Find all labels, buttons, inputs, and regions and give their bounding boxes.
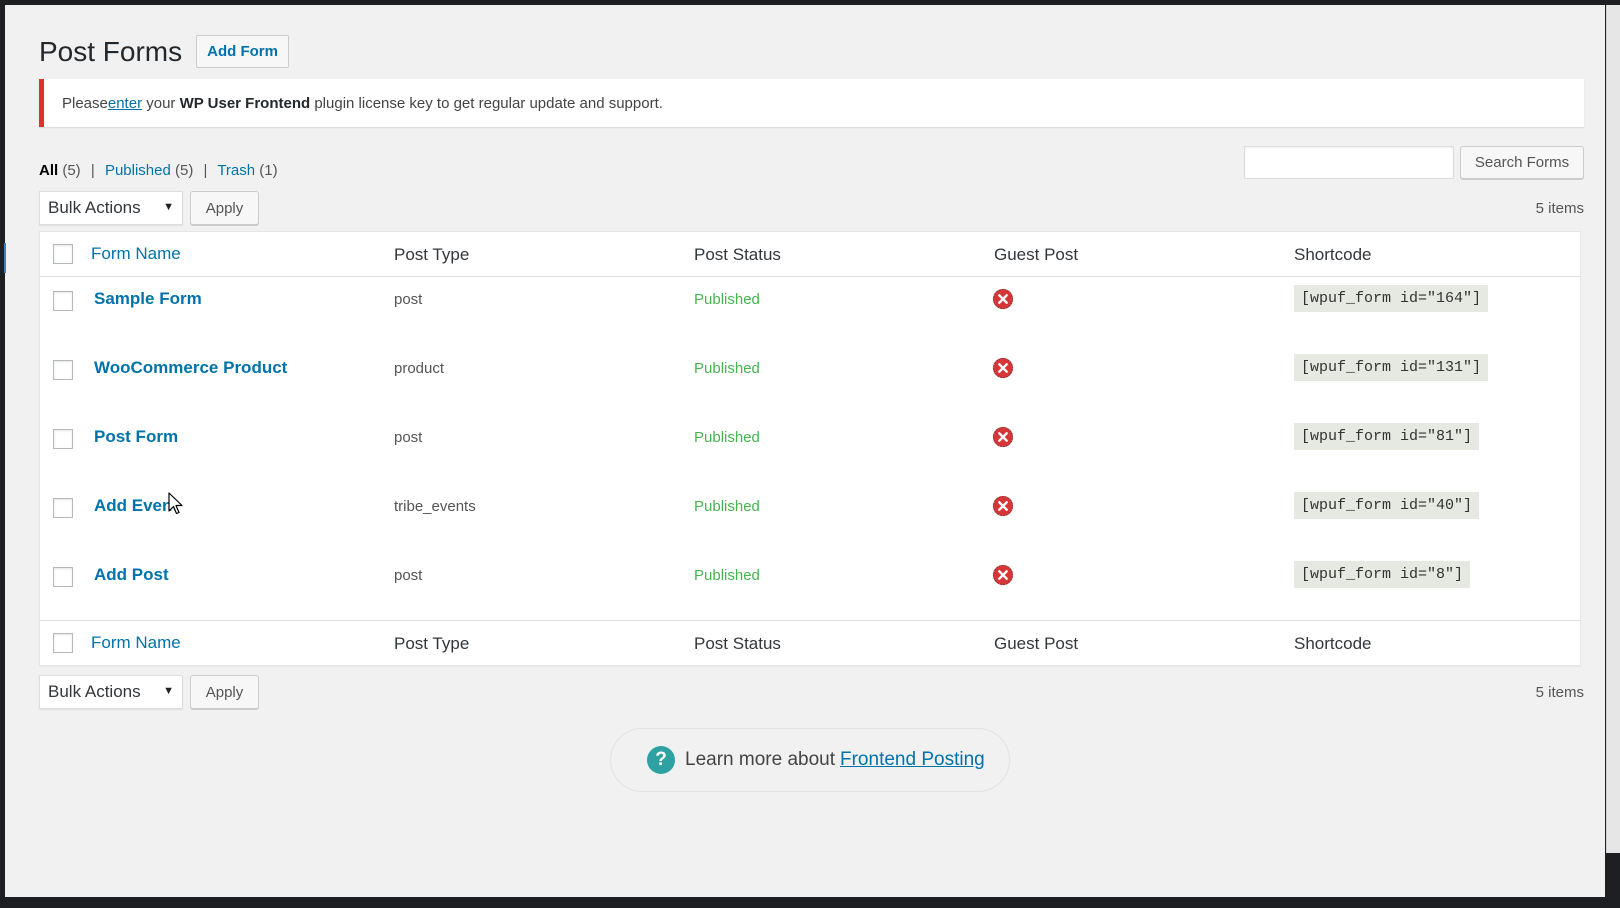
form-name-link[interactable]: WooCommerce Product [94, 358, 287, 378]
form-name-link[interactable]: Sample Form [94, 289, 202, 309]
table-footer: Form Name Post Type Post Status Guest Po… [40, 620, 1580, 665]
license-notice: Please enter your WP User Frontend plugi… [39, 79, 1584, 127]
frontend-posting-link[interactable]: Frontend Posting [840, 749, 985, 771]
post-type-cell: product [394, 360, 445, 377]
row-checkbox[interactable] [53, 429, 73, 449]
column-shortcode: Shortcode [1294, 245, 1372, 264]
forms-table: Form Name Post Type Post Status Guest Po… [39, 231, 1581, 666]
focus-marker [4, 243, 6, 273]
column-post-type: Post Type [394, 245, 470, 264]
filter-all-count: (5) [62, 162, 81, 179]
table-row: WooCommerce Product product Published [wpuf… [40, 346, 1580, 415]
select-all-checkbox[interactable] [53, 244, 73, 264]
shortcode-cell[interactable]: [wpuf_form id="40"] [1294, 492, 1480, 519]
tablenav-bottom: Bulk Actions ▼ Apply 5 items [39, 675, 1584, 709]
add-form-button[interactable]: Add Form [196, 35, 289, 68]
form-name-link[interactable]: Add Post [94, 565, 169, 585]
learn-more-box: ? Learn more about Frontend Posting [610, 728, 1010, 792]
red-x-icon [992, 564, 1014, 586]
post-type-cell: post [394, 429, 423, 446]
column-form-name-footer[interactable]: Form Name [91, 633, 181, 653]
column-post-type-footer: Post Type [394, 634, 470, 653]
form-name-link[interactable]: Add Event [94, 496, 178, 516]
admin-frame: Post Forms Add Form Please enter your WP… [5, 5, 1605, 897]
post-status-cell: Published [694, 498, 760, 515]
post-status-cell: Published [694, 291, 760, 308]
shortcode-cell[interactable]: [wpuf_form id="8"] [1294, 561, 1471, 588]
post-type-cell: tribe_events [394, 498, 476, 515]
post-type-cell: post [394, 567, 423, 584]
bulk-actions-select[interactable]: Bulk Actions ▼ [39, 191, 183, 225]
table-row: Post Form post Published [wpuf_form id="81"… [40, 415, 1580, 484]
column-form-name[interactable]: Form Name [91, 244, 181, 264]
row-checkbox[interactable] [53, 567, 73, 587]
filter-separator: | [203, 162, 208, 179]
filter-published[interactable]: Published [105, 162, 171, 179]
post-status-cell: Published [694, 429, 760, 446]
learn-more-text: Learn more about [685, 749, 835, 770]
status-filters: All (5) | Published (5) | Trash (1) [39, 162, 278, 179]
post-status-cell: Published [694, 360, 760, 377]
table-row: Add Post post Published [wpuf_form id="8"] [40, 553, 1580, 622]
shortcode-cell[interactable]: [wpuf_form id="164"] [1294, 285, 1489, 312]
notice-text-after: plugin license key to get regular update… [310, 94, 663, 112]
apply-button[interactable]: Apply [190, 191, 259, 225]
bulk-actions-label: Bulk Actions [48, 682, 141, 701]
select-all-checkbox-footer[interactable] [53, 633, 73, 653]
tablenav-top: Bulk Actions ▼ Apply 5 items [39, 191, 1584, 225]
row-checkbox[interactable] [53, 498, 73, 518]
page-title: Post Forms [39, 35, 183, 67]
table-row: Sample Form post Published [wpuf_form id="1… [40, 277, 1580, 346]
notice-text-middle: your [142, 94, 180, 112]
column-guest-post-footer: Guest Post [994, 634, 1079, 653]
items-count: 5 items [1535, 200, 1584, 217]
column-post-status-footer: Post Status [694, 634, 781, 653]
notice-plugin-name: WP User Frontend [179, 94, 311, 112]
search-forms-button[interactable]: Search Forms [1460, 146, 1584, 179]
column-shortcode-footer: Shortcode [1294, 634, 1372, 653]
red-x-icon [992, 495, 1014, 517]
page-header: Post Forms Add Form [39, 35, 289, 68]
filter-published-count: (5) [175, 162, 194, 179]
bulk-actions-select-bottom[interactable]: Bulk Actions ▼ [39, 675, 183, 709]
form-name-link[interactable]: Post Form [94, 427, 178, 447]
post-type-cell: post [394, 291, 423, 308]
row-checkbox[interactable] [53, 291, 73, 311]
items-count-bottom: 5 items [1535, 684, 1584, 701]
scrollbar[interactable] [1606, 5, 1620, 853]
search-input[interactable] [1244, 146, 1454, 179]
row-checkbox[interactable] [53, 360, 73, 380]
mouse-cursor-icon [168, 492, 183, 515]
search-box: Search Forms [1244, 146, 1584, 179]
shortcode-cell[interactable]: [wpuf_form id="81"] [1294, 423, 1480, 450]
table-header: Form Name Post Type Post Status Guest Po… [40, 232, 1580, 277]
post-status-cell: Published [694, 567, 760, 584]
shortcode-cell[interactable]: [wpuf_form id="131"] [1294, 354, 1489, 381]
column-post-status: Post Status [694, 245, 781, 264]
bulk-actions-label: Bulk Actions [48, 198, 141, 217]
dropdown-caret-icon: ▼ [163, 201, 174, 213]
filter-all[interactable]: All [39, 162, 58, 179]
question-icon: ? [647, 746, 675, 774]
filter-trash[interactable]: Trash [217, 162, 255, 179]
column-guest-post: Guest Post [994, 245, 1079, 264]
apply-button-bottom[interactable]: Apply [190, 675, 259, 709]
notice-text-before: Please [62, 94, 108, 112]
red-x-icon [992, 288, 1014, 310]
filter-trash-count: (1) [259, 162, 278, 179]
red-x-icon [992, 357, 1014, 379]
table-row: Add Event tribe_events Published [wpuf_form… [40, 484, 1580, 553]
red-x-icon [992, 426, 1014, 448]
notice-enter-link[interactable]: enter [108, 95, 142, 112]
dropdown-caret-icon: ▼ [163, 685, 174, 697]
filter-separator: | [90, 162, 95, 179]
